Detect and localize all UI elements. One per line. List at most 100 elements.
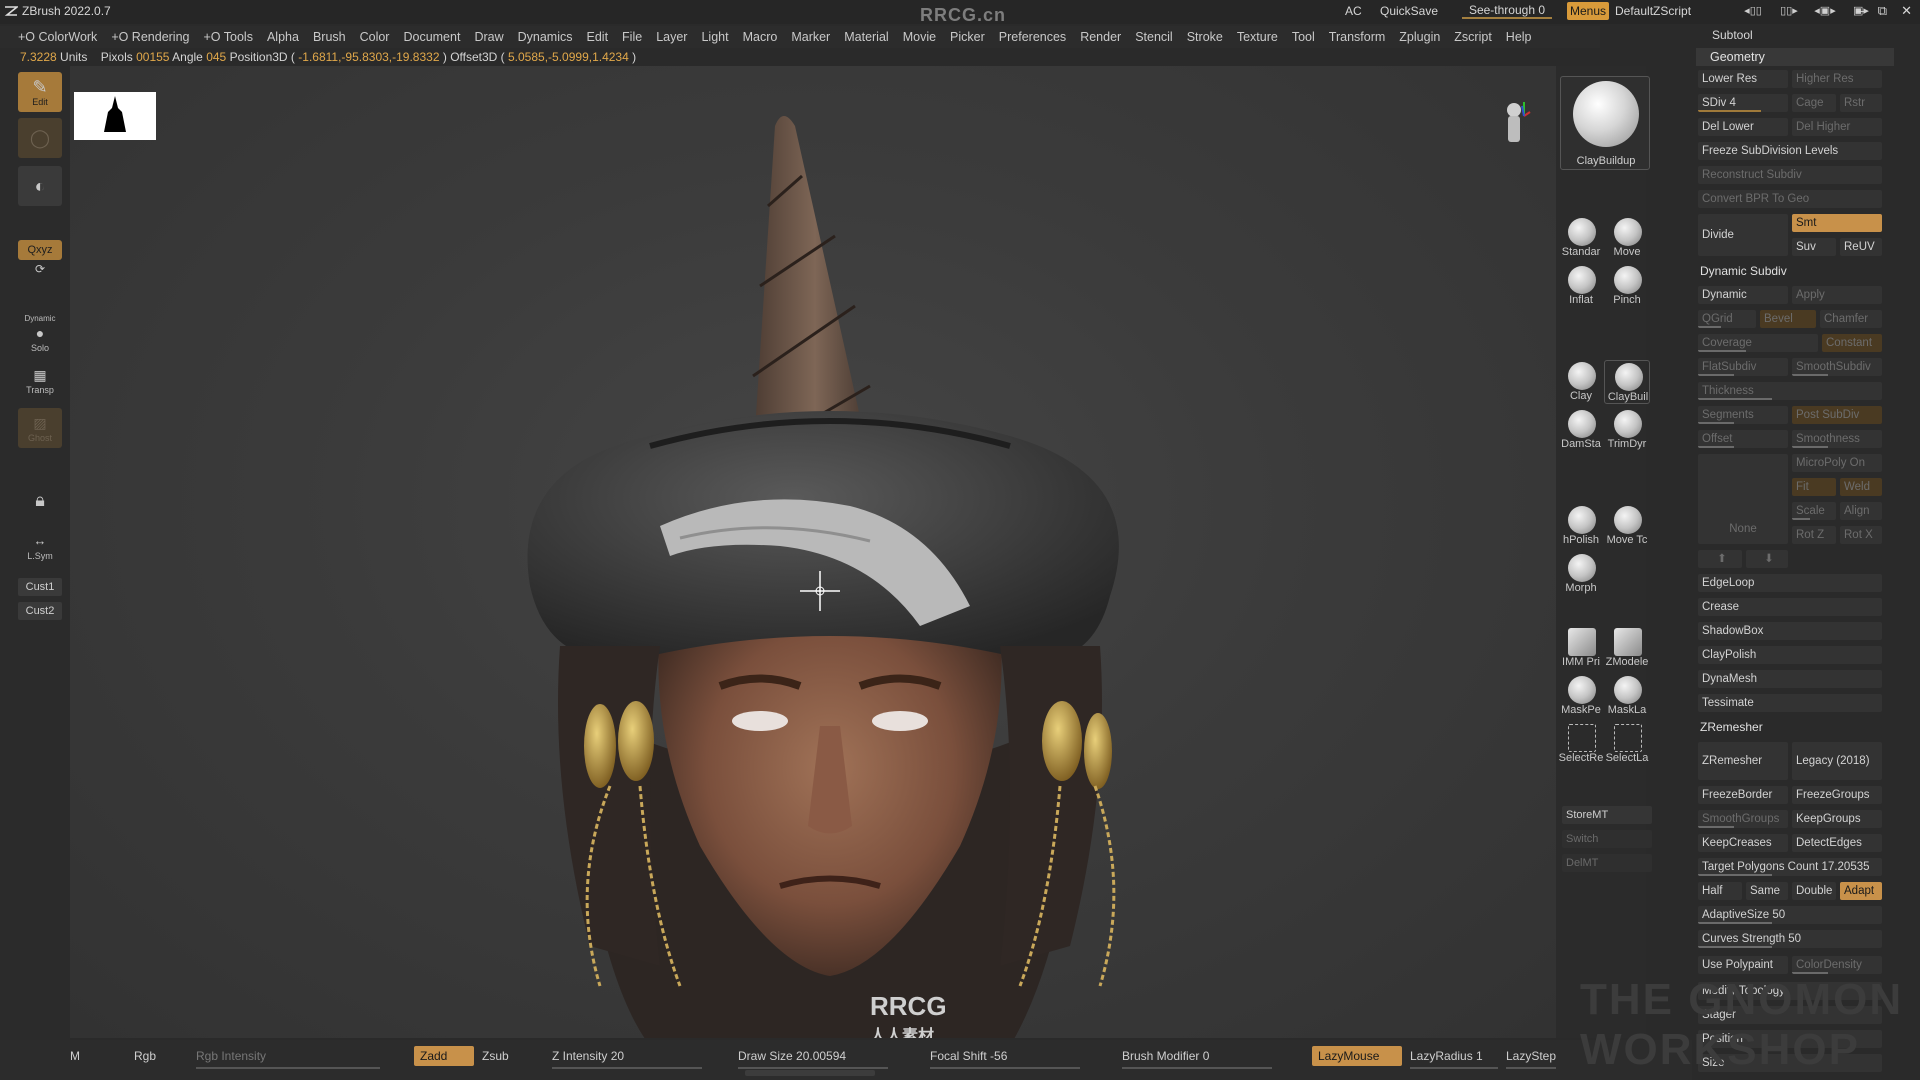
edit-button[interactable]: ✎ Edit bbox=[18, 72, 62, 112]
menu-colorwork[interactable]: +O ColorWork bbox=[18, 30, 97, 44]
focal-shift-slider[interactable]: Focal Shift -56 bbox=[930, 1046, 1080, 1069]
apply-button[interactable]: Apply bbox=[1792, 286, 1882, 304]
brush-hpolish[interactable]: hPolish bbox=[1558, 504, 1604, 548]
cage-button[interactable]: Cage bbox=[1792, 94, 1836, 112]
rotz-button[interactable]: Rot Z bbox=[1792, 526, 1836, 544]
menu-stencil[interactable]: Stencil bbox=[1135, 30, 1173, 44]
arrow-down-icon[interactable]: ⬇ bbox=[1746, 550, 1788, 568]
minimize-icon[interactable]: – bbox=[1857, 3, 1864, 19]
ac-button[interactable]: AC bbox=[1345, 4, 1362, 18]
brush-move-topological[interactable]: Move Tc bbox=[1604, 504, 1650, 548]
weld-button[interactable]: Weld bbox=[1840, 478, 1882, 496]
m-toggle[interactable]: M bbox=[70, 1046, 80, 1066]
smt-toggle[interactable]: Smt bbox=[1792, 214, 1882, 232]
shadowbox-section[interactable]: ShadowBox bbox=[1698, 622, 1882, 640]
curve-preview[interactable]: None bbox=[1698, 454, 1788, 544]
menu-draw[interactable]: Draw bbox=[474, 30, 503, 44]
z-intensity-slider[interactable]: Z Intensity 20 bbox=[552, 1046, 702, 1069]
menu-tool[interactable]: Tool bbox=[1292, 30, 1315, 44]
same-button[interactable]: Same bbox=[1746, 882, 1788, 900]
brush-move[interactable]: Move bbox=[1604, 216, 1650, 260]
bevel-button[interactable]: Bevel bbox=[1760, 310, 1816, 328]
convert-bpr-button[interactable]: Convert BPR To Geo bbox=[1698, 190, 1882, 208]
freezegroups-button[interactable]: FreezeGroups bbox=[1792, 786, 1882, 804]
dynamesh-section[interactable]: DynaMesh bbox=[1698, 670, 1882, 688]
divide-button[interactable]: Divide bbox=[1698, 214, 1788, 256]
curves-strength-slider[interactable]: Curves Strength 50 bbox=[1698, 930, 1882, 948]
layout-swap-icon[interactable]: ◂▣▸ bbox=[1812, 4, 1838, 18]
cust1-button[interactable]: Cust1 bbox=[18, 578, 62, 596]
dynamic-button[interactable]: Dynamic bbox=[1698, 286, 1788, 304]
brush-zmodeler[interactable]: ZModele bbox=[1604, 626, 1650, 670]
menu-layer[interactable]: Layer bbox=[656, 30, 687, 44]
constant-button[interactable]: Constant bbox=[1822, 334, 1882, 352]
coverage-slider[interactable]: Coverage bbox=[1698, 334, 1818, 352]
brush-clay[interactable]: Clay bbox=[1558, 360, 1604, 404]
keepcreases-button[interactable]: KeepCreases bbox=[1698, 834, 1788, 852]
brush-morph[interactable]: Morph bbox=[1558, 552, 1604, 596]
draw-mode-button[interactable]: ◯ bbox=[18, 118, 62, 158]
lazystep-slider[interactable]: LazyStep bbox=[1506, 1046, 1556, 1069]
draw-size-slider[interactable]: Draw Size 20.00594 bbox=[738, 1046, 888, 1069]
quicksave-button[interactable]: QuickSave bbox=[1380, 4, 1438, 18]
menu-dynamics[interactable]: Dynamics bbox=[518, 30, 573, 44]
legacy-button[interactable]: Legacy (2018) bbox=[1792, 742, 1882, 780]
navigation-figure-icon[interactable] bbox=[1500, 96, 1532, 152]
claypolish-section[interactable]: ClayPolish bbox=[1698, 646, 1882, 664]
layout-right-icon[interactable]: ▯▯▸ bbox=[1776, 4, 1802, 18]
brush-masklasso[interactable]: MaskLa bbox=[1604, 674, 1650, 718]
menu-document[interactable]: Document bbox=[403, 30, 460, 44]
menu-marker[interactable]: Marker bbox=[791, 30, 830, 44]
brush-imm-primitives[interactable]: IMM Pri bbox=[1558, 626, 1604, 670]
default-zscript-button[interactable]: DefaultZScript bbox=[1615, 4, 1691, 18]
ghost-button[interactable]: ▨ Ghost bbox=[18, 408, 62, 448]
menu-alpha[interactable]: Alpha bbox=[267, 30, 299, 44]
menu-brush[interactable]: Brush bbox=[313, 30, 346, 44]
see-through-slider[interactable]: See-through 0 bbox=[1462, 3, 1552, 19]
flatsubdiv-slider[interactable]: FlatSubdiv bbox=[1698, 358, 1788, 376]
storemt-button[interactable]: StoreMT bbox=[1562, 806, 1652, 824]
post-subdiv-button[interactable]: Post SubDiv bbox=[1792, 406, 1882, 424]
dynamic-subdiv-section[interactable]: Dynamic Subdiv bbox=[1698, 262, 1882, 280]
target-polygons-slider[interactable]: Target Polygons Count 17.20535 bbox=[1698, 858, 1882, 876]
sdiv-slider[interactable]: SDiv 4 bbox=[1698, 94, 1788, 112]
keepgroups-button[interactable]: KeepGroups bbox=[1792, 810, 1882, 828]
colordensity-slider[interactable]: ColorDensity bbox=[1792, 956, 1882, 974]
del-higher-button[interactable]: Del Higher bbox=[1792, 118, 1882, 136]
menu-texture[interactable]: Texture bbox=[1237, 30, 1278, 44]
brush-pinch[interactable]: Pinch bbox=[1604, 264, 1650, 308]
edgeloop-section[interactable]: EdgeLoop bbox=[1698, 574, 1882, 592]
close-icon[interactable]: ✕ bbox=[1901, 3, 1912, 19]
menu-tools[interactable]: +O Tools bbox=[204, 30, 253, 44]
menu-rendering[interactable]: +O Rendering bbox=[111, 30, 189, 44]
lazymouse-toggle[interactable]: LazyMouse bbox=[1312, 1046, 1402, 1066]
brush-trimdynamic[interactable]: TrimDyr bbox=[1604, 408, 1650, 452]
zremesher-section[interactable]: ZRemesher bbox=[1698, 718, 1882, 736]
suv-toggle[interactable]: Suv bbox=[1792, 238, 1836, 256]
higher-res-button[interactable]: Higher Res bbox=[1792, 70, 1882, 88]
menu-movie[interactable]: Movie bbox=[903, 30, 936, 44]
cust2-button[interactable]: Cust2 bbox=[18, 602, 62, 620]
rgb-intensity-slider[interactable]: Rgb Intensity bbox=[196, 1046, 380, 1069]
arrow-up-icon[interactable]: ⬆ bbox=[1698, 550, 1742, 568]
half-button[interactable]: Half bbox=[1698, 882, 1742, 900]
bottom-tray-handle[interactable] bbox=[745, 1070, 875, 1076]
use-polypaint-button[interactable]: Use Polypaint bbox=[1698, 956, 1788, 974]
viewport-canvas[interactable]: RRCG 人人素材 bbox=[70, 66, 1556, 1038]
brush-standard[interactable]: Standar bbox=[1558, 216, 1604, 260]
segments-slider[interactable]: Segments bbox=[1698, 406, 1788, 424]
switch-button[interactable]: Switch bbox=[1562, 830, 1652, 848]
scale-slider[interactable]: Scale bbox=[1792, 502, 1836, 520]
smoothsubdiv-slider[interactable]: SmoothSubdiv bbox=[1792, 358, 1882, 376]
xyz-symmetry-button[interactable]: Qxyz bbox=[18, 240, 62, 260]
subtool-section[interactable]: Subtool bbox=[1712, 28, 1753, 42]
zremesher-button[interactable]: ZRemesher bbox=[1698, 742, 1788, 780]
fit-button[interactable]: Fit bbox=[1792, 478, 1836, 496]
menus-toggle-button[interactable]: Menus bbox=[1567, 2, 1609, 20]
adapt-toggle[interactable]: Adapt bbox=[1840, 882, 1882, 900]
brush-modifier-slider[interactable]: Brush Modifier 0 bbox=[1122, 1046, 1272, 1069]
del-lower-button[interactable]: Del Lower bbox=[1698, 118, 1788, 136]
qgrid-slider[interactable]: QGrid bbox=[1698, 310, 1756, 328]
menu-preferences[interactable]: Preferences bbox=[999, 30, 1066, 44]
rotx-button[interactable]: Rot X bbox=[1840, 526, 1882, 544]
